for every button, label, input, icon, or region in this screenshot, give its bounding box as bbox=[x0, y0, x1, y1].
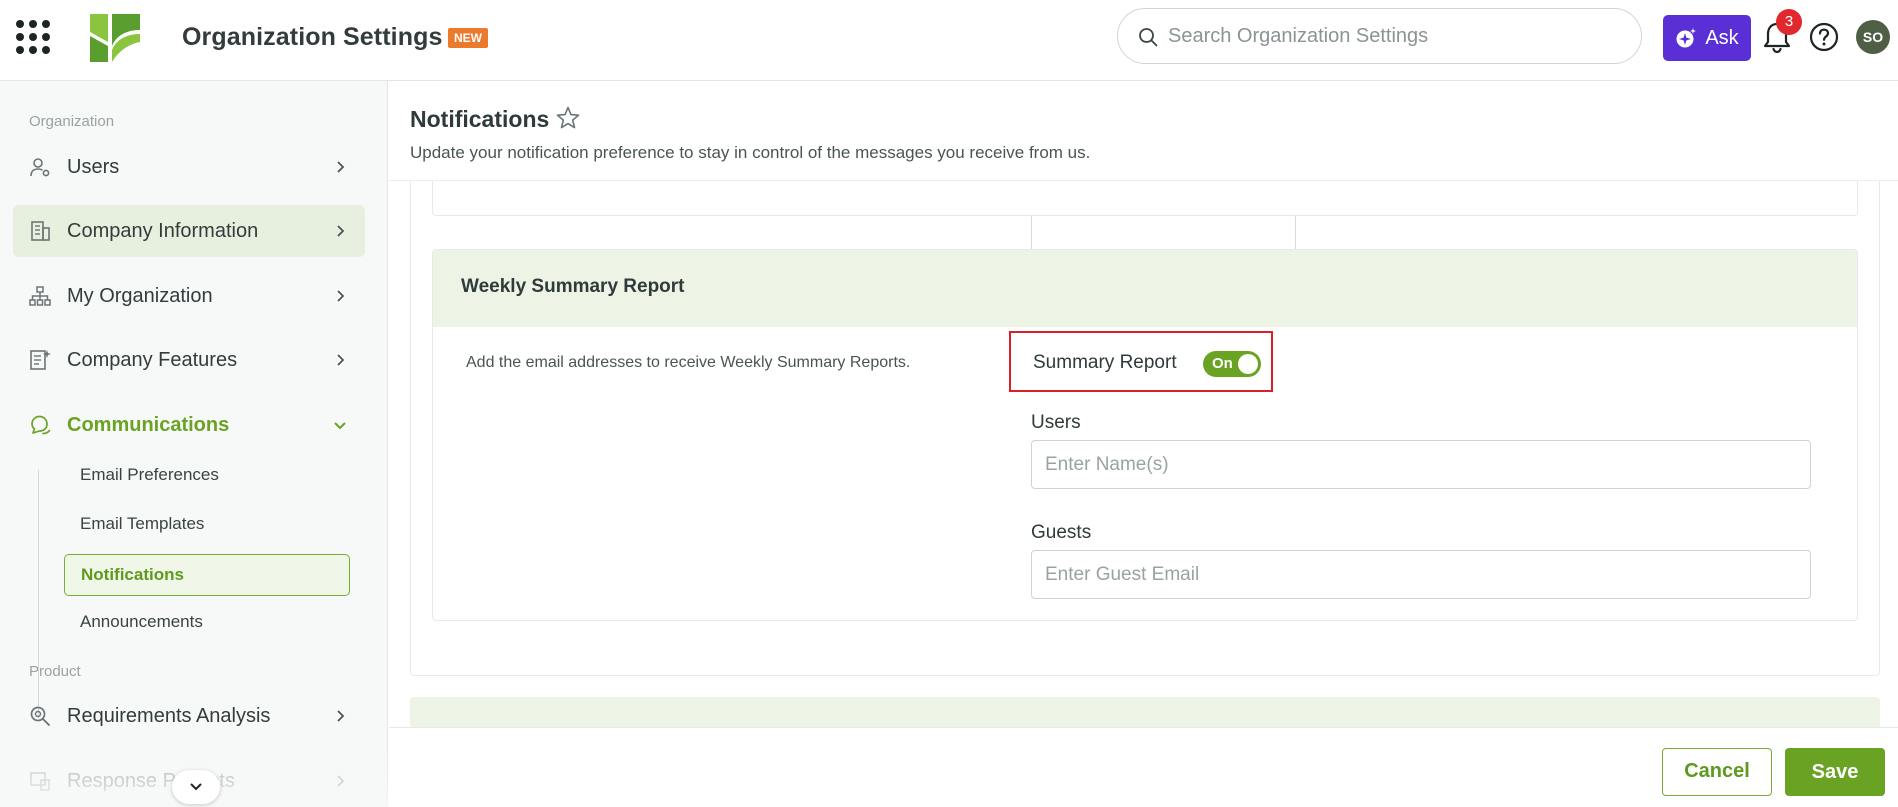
toggle-knob bbox=[1238, 354, 1258, 374]
summary-report-label: Summary Report bbox=[1033, 352, 1177, 373]
page-header: Notifications Update your notification p… bbox=[389, 81, 1898, 181]
sidebar-subitem-notifications[interactable]: Notifications bbox=[64, 554, 350, 596]
search-box[interactable] bbox=[1117, 8, 1642, 64]
search-analysis-icon bbox=[30, 706, 50, 726]
save-button[interactable]: Save bbox=[1785, 748, 1885, 796]
user-avatar[interactable]: SO bbox=[1856, 20, 1890, 54]
sidebar-item-users[interactable]: Users bbox=[13, 141, 365, 193]
notification-count-badge: 3 bbox=[1776, 9, 1802, 35]
sidebar-item-communications[interactable]: Communications bbox=[13, 399, 365, 451]
users-icon bbox=[30, 158, 50, 177]
section-label-product: Product bbox=[29, 663, 81, 680]
projects-icon bbox=[30, 772, 50, 791]
page-subtitle: Update your notification preference to s… bbox=[410, 143, 1091, 162]
users-label: Users bbox=[1031, 412, 1081, 433]
chevron-right-icon bbox=[337, 290, 345, 302]
company-logo bbox=[90, 14, 140, 62]
guests-input[interactable] bbox=[1032, 551, 1810, 598]
search-icon bbox=[1139, 28, 1158, 47]
sidebar-item-label: Company Features bbox=[67, 348, 238, 371]
chevron-down-icon bbox=[334, 422, 346, 430]
section-label-organization: Organization bbox=[29, 113, 115, 130]
chevron-down-icon bbox=[190, 783, 202, 791]
weekly-summary-description: Add the email addresses to receive Weekl… bbox=[466, 354, 911, 371]
submenu-guide-line bbox=[38, 470, 39, 718]
sidebar-subitem-announcements[interactable]: Announcements bbox=[64, 601, 350, 643]
weekly-summary-card: Weekly Summary Report Add the email addr… bbox=[432, 249, 1858, 621]
sidebar-item-label: Company Information bbox=[67, 219, 259, 242]
main-content: Weekly Summary Report Add the email addr… bbox=[389, 81, 1898, 807]
sidebar-subitem-email-preferences[interactable]: Email Preferences bbox=[64, 454, 350, 496]
org-chart-icon bbox=[29, 286, 51, 306]
sidebar-item-label: Requirements Analysis bbox=[67, 704, 271, 727]
summary-report-toggle[interactable]: On bbox=[1203, 351, 1261, 377]
ai-sparkle-icon bbox=[1676, 28, 1697, 48]
sidebar-item-company-information[interactable]: Company Information bbox=[13, 205, 365, 257]
sidebar-scroll-down-button[interactable] bbox=[172, 770, 220, 804]
sidebar-subitem-email-templates[interactable]: Email Templates bbox=[64, 503, 350, 545]
building-icon bbox=[31, 221, 50, 241]
sidebar-item-company-features[interactable]: Company Features bbox=[13, 334, 365, 386]
weekly-summary-title: Weekly Summary Report bbox=[461, 276, 685, 297]
users-input[interactable] bbox=[1032, 441, 1810, 488]
sidebar-item-label: Users bbox=[67, 155, 120, 178]
toggle-state-text: On bbox=[1212, 355, 1233, 372]
features-icon bbox=[30, 350, 51, 370]
sidebar-item-label: Communications bbox=[67, 413, 230, 436]
page-title: Notifications bbox=[410, 106, 550, 132]
guests-label: Guests bbox=[1031, 522, 1092, 543]
help-icon[interactable] bbox=[1808, 21, 1840, 53]
search-input[interactable] bbox=[1168, 19, 1618, 53]
app-title: Organization Settings bbox=[182, 23, 443, 51]
ask-label: Ask bbox=[1705, 26, 1739, 49]
guests-field[interactable] bbox=[1031, 550, 1811, 599]
sidebar-item-label: My Organization bbox=[67, 284, 213, 307]
ask-button[interactable]: Ask bbox=[1663, 15, 1751, 61]
new-badge: NEW bbox=[448, 28, 488, 48]
sidebar-item-requirements-analysis[interactable]: Requirements Analysis bbox=[13, 690, 365, 742]
chevron-right-icon bbox=[337, 354, 345, 366]
top-header: Organization Settings NEW Ask 3 SO bbox=[0, 0, 1898, 81]
app-launcher-icon[interactable] bbox=[16, 20, 50, 54]
chevron-right-icon bbox=[337, 710, 345, 722]
favorite-star-icon[interactable] bbox=[555, 105, 581, 131]
sidebar: Organization Users Company Information M… bbox=[0, 81, 388, 807]
action-footer: Cancel Save bbox=[389, 727, 1898, 807]
cancel-button[interactable]: Cancel bbox=[1662, 748, 1772, 796]
users-field[interactable] bbox=[1031, 440, 1811, 489]
sidebar-item-my-organization[interactable]: My Organization bbox=[13, 270, 365, 322]
summary-report-highlight: Summary Report On bbox=[1009, 331, 1273, 392]
chevron-right-icon bbox=[337, 225, 345, 237]
weekly-summary-card-header: Weekly Summary Report bbox=[433, 250, 1857, 327]
chevron-right-icon bbox=[337, 161, 345, 173]
chat-icon bbox=[31, 415, 51, 435]
chevron-right-icon bbox=[337, 775, 345, 787]
